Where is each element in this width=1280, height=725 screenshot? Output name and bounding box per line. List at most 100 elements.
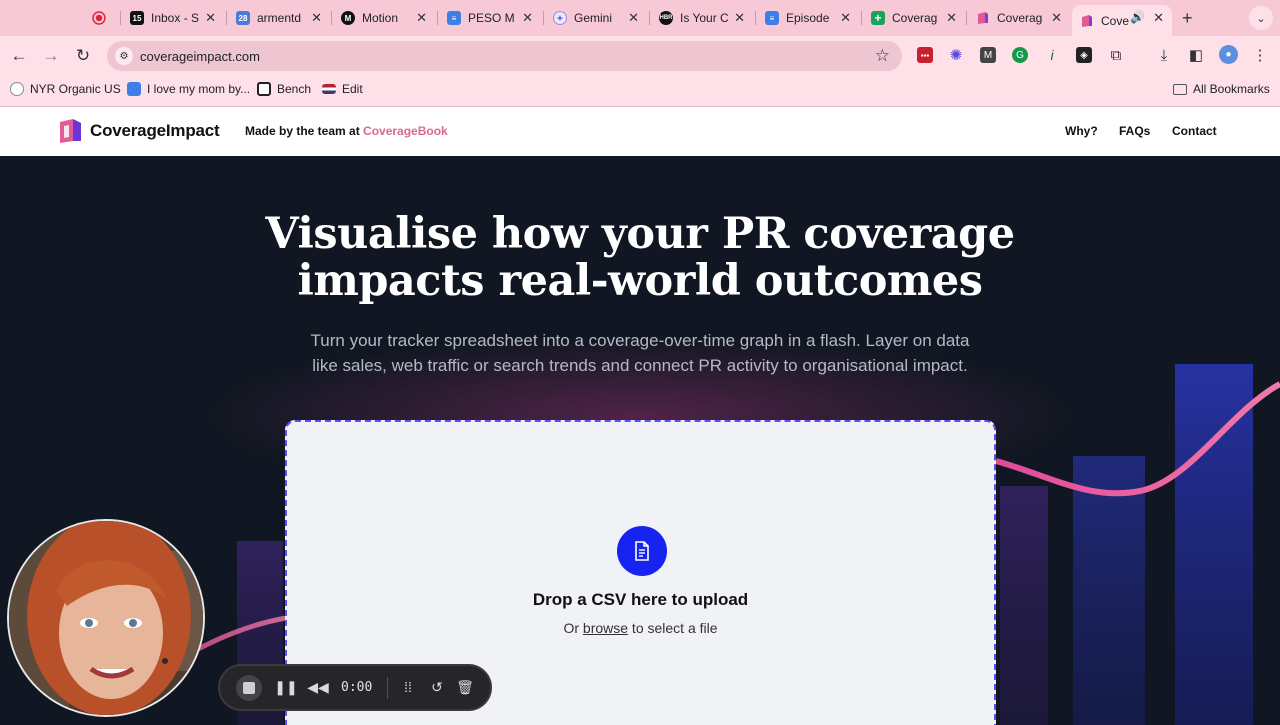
tab-coverage-sheet[interactable]: + Coverag ✕	[871, 6, 957, 30]
close-icon[interactable]: ✕	[522, 10, 533, 26]
bookmark-bench[interactable]: Bench	[257, 82, 311, 96]
all-bookmarks-button[interactable]: All Bookmarks	[1173, 82, 1270, 96]
tab-title: armentd	[257, 11, 302, 25]
extension-box-icon[interactable]: ◈	[1076, 47, 1092, 63]
recorder-divider	[387, 677, 388, 699]
flag-icon	[322, 84, 336, 94]
extension-flower-icon[interactable]: ✺	[948, 47, 964, 64]
docs-icon	[127, 82, 141, 96]
tab-title: Episode	[786, 11, 830, 25]
rewind-button[interactable]: ◀◀	[307, 676, 329, 698]
delete-trash-icon[interactable]: 🗑	[454, 676, 476, 698]
coveragebook-link[interactable]: CoverageBook	[363, 124, 448, 138]
bookmark-label: Bench	[277, 82, 312, 96]
close-icon[interactable]: ✕	[205, 10, 216, 26]
dropzone-title: Drop a CSV here to upload	[532, 590, 749, 609]
drag-handle-icon[interactable]: ⁞⁞	[397, 676, 419, 698]
menu-kebab-icon[interactable]: ⋮	[1252, 47, 1268, 64]
back-button[interactable]: ←	[8, 45, 30, 67]
tab-strip: 15 Inbox - S ✕ 28 armentd ✕ M Motion ✕ ≡…	[0, 0, 1280, 36]
docs-icon: ≡	[447, 11, 461, 25]
webcam-bubble[interactable]	[7, 519, 205, 717]
tab-recording[interactable]	[92, 6, 113, 30]
forward-button[interactable]: →	[40, 45, 62, 67]
webcam-person-image	[9, 521, 203, 715]
close-icon[interactable]: ✕	[946, 10, 957, 26]
hbr-icon: HBR	[659, 11, 673, 25]
site-settings-icon[interactable]: ⚙	[115, 47, 133, 65]
bookmarks-bar: NYR Organic US I love my mom by... Bench…	[0, 76, 1280, 107]
nav-why[interactable]: Why?	[1065, 124, 1098, 138]
tab-motion[interactable]: M Motion ✕	[341, 6, 427, 30]
bookmark-star-icon[interactable]: ☆	[875, 46, 890, 66]
restart-icon[interactable]: ↺	[426, 676, 448, 698]
nav-contact[interactable]: Contact	[1172, 124, 1217, 138]
tab-hbr[interactable]: HBR Is Your C ✕	[659, 6, 745, 30]
download-icon[interactable]: ⤓	[1156, 47, 1172, 64]
extension-m-icon[interactable]: M	[980, 47, 996, 63]
grammarly-icon[interactable]: G	[1012, 47, 1028, 63]
reload-button[interactable]: ↻	[72, 45, 94, 67]
tab-coverage-impact[interactable]: Coverag ✕	[976, 6, 1062, 30]
upload-file-button[interactable]	[617, 526, 667, 576]
close-icon[interactable]: ✕	[628, 10, 639, 26]
tab-separator	[120, 11, 121, 25]
tab-search-button[interactable]: ⌄	[1249, 6, 1273, 30]
bookmark-nyr[interactable]: NYR Organic US	[10, 82, 121, 96]
tab-episode[interactable]: ≡ Episode ✕	[765, 6, 851, 30]
subtitle-line-2: like sales, web traffic or search trends…	[312, 356, 968, 375]
nav-faqs[interactable]: FAQs	[1119, 124, 1150, 138]
bookmark-label: NYR Organic US	[30, 82, 121, 96]
bench-icon	[257, 82, 271, 96]
headline-line-2: impacts real-world outcomes	[297, 256, 984, 306]
all-bookmarks-label: All Bookmarks	[1193, 82, 1270, 96]
extension-info-icon[interactable]: i	[1044, 47, 1060, 63]
new-tab-button[interactable]: +	[1182, 8, 1193, 29]
extensions-puzzle-icon[interactable]: ⧉	[1108, 47, 1124, 64]
tab-title: Cove	[1101, 13, 1129, 28]
tab-separator	[331, 11, 332, 25]
address-bar[interactable]: ⚙ coverageimpact.com ☆	[107, 41, 902, 71]
stop-recording-button[interactable]	[236, 675, 262, 701]
tab-separator	[649, 11, 650, 25]
extension-icon[interactable]: ▪▪▪	[917, 47, 933, 63]
tab-separator	[437, 11, 438, 25]
url-text[interactable]: coverageimpact.com	[140, 49, 260, 64]
tab-title: PESO M	[468, 11, 515, 25]
file-document-icon	[635, 541, 649, 561]
tab-inbox[interactable]: 15 Inbox - S ✕	[130, 6, 216, 30]
site-header: CoverageImpact Made by the team at Cover…	[0, 107, 1280, 156]
browser-toolbar: ← → ↻ ⚙ coverageimpact.com ☆ ▪▪▪ ✺ M G i…	[0, 36, 1280, 76]
close-icon[interactable]: ✕	[416, 10, 427, 26]
coverageimpact-logo-icon	[60, 119, 81, 143]
side-panel-icon[interactable]: ◧	[1188, 47, 1204, 64]
dropzone-sub-prefix: Or	[563, 620, 583, 636]
tab-calendar[interactable]: 28 armentd ✕	[236, 6, 322, 30]
profile-avatar[interactable]: ●	[1219, 45, 1238, 64]
tab-title: Gemini	[574, 11, 613, 25]
site-logo[interactable]: CoverageImpact	[58, 117, 220, 145]
hero-headline: Visualise how your PR coverage impacts r…	[200, 211, 1080, 305]
close-icon[interactable]: ✕	[734, 10, 745, 26]
close-icon[interactable]: ✕	[1051, 10, 1062, 26]
tab-title: Coverag	[997, 11, 1043, 25]
tab-separator	[966, 11, 967, 25]
bg-bar	[1175, 364, 1253, 725]
pause-button[interactable]: ❚❚	[274, 676, 297, 698]
bookmark-mom[interactable]: I love my mom by...	[127, 82, 250, 96]
tab-coverage-impact-active[interactable]: Cove 🔊 ✕	[1072, 5, 1172, 36]
made-by-text: Made by the team at CoverageBook	[245, 124, 448, 138]
close-icon[interactable]: ✕	[311, 10, 322, 26]
browse-link[interactable]: browse	[583, 620, 628, 636]
close-icon[interactable]: ✕	[1153, 10, 1164, 26]
hero-subtitle: Turn your tracker spreadsheet into a cov…	[280, 328, 1000, 378]
bookmark-edit[interactable]: Edit	[322, 82, 363, 96]
folder-icon	[1173, 83, 1187, 95]
speaker-icon[interactable]: 🔊	[1130, 10, 1145, 24]
tab-gemini[interactable]: ✦ Gemini ✕	[553, 6, 639, 30]
record-icon	[92, 11, 106, 25]
close-icon[interactable]: ✕	[840, 10, 851, 26]
docs-icon: ≡	[765, 11, 779, 25]
tab-peso[interactable]: ≡ PESO M ✕	[447, 6, 533, 30]
calendar-28-icon: 28	[236, 11, 250, 25]
